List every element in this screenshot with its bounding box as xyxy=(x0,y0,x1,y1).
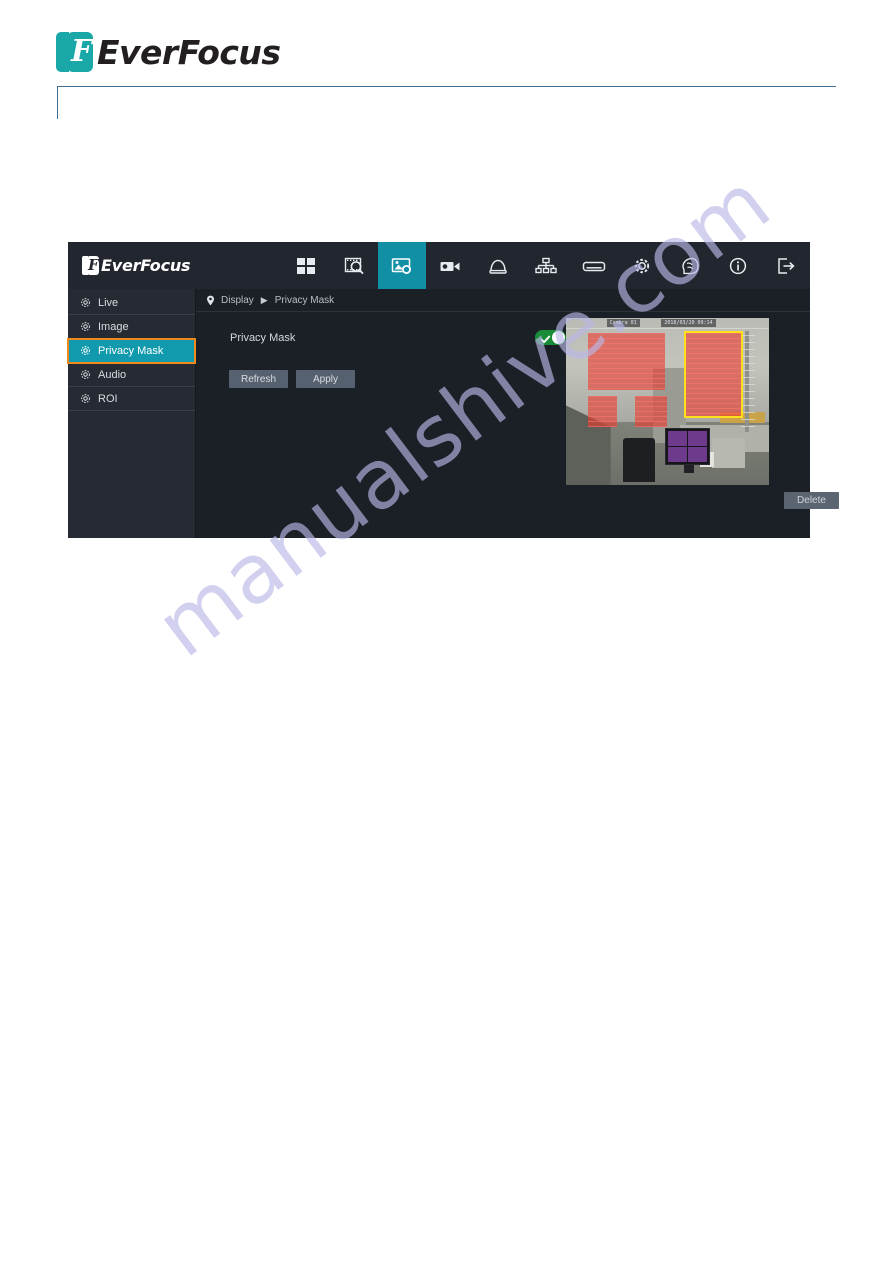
sidebar-item-privacy-mask[interactable]: Privacy Mask xyxy=(67,338,196,364)
sidebar-item-image[interactable]: Image xyxy=(68,315,195,339)
nav-item-storage[interactable] xyxy=(570,242,618,289)
sidebar-item-label: Live xyxy=(98,296,119,309)
navigation-icon-group xyxy=(282,242,810,289)
nav-item-system[interactable] xyxy=(618,242,666,289)
toggle-knob xyxy=(552,331,565,344)
ai-face-icon xyxy=(679,256,701,276)
gear-icon xyxy=(80,345,91,356)
privacy-mask-label: Privacy Mask xyxy=(230,332,296,344)
privacy-mask-region[interactable] xyxy=(635,396,668,427)
video-preview[interactable]: Camera 01 2018/03/20 09:14 xyxy=(566,318,769,485)
privacy-mask-region[interactable] xyxy=(588,333,666,390)
sidebar-item-label: Image xyxy=(98,320,129,333)
location-pin-icon xyxy=(206,295,215,306)
device-web-ui: F EverFocus Live Image Privacy Mask Audi… xyxy=(67,242,839,539)
image-settings-icon xyxy=(391,256,413,276)
logout-icon xyxy=(775,256,797,276)
content-area: Display ▶ Privacy Mask Privacy Mask Refr… xyxy=(196,289,839,539)
sidebar-item-label: ROI xyxy=(98,392,118,405)
sidebar-item-label: Privacy Mask xyxy=(98,344,164,357)
ui-logo: F EverFocus xyxy=(82,242,191,289)
gear-icon xyxy=(80,297,91,308)
nav-item-live-view[interactable] xyxy=(282,242,330,289)
osd-camera-name: Camera 01 xyxy=(606,319,640,327)
header-divider-tick xyxy=(57,86,58,119)
apply-button[interactable]: Apply xyxy=(296,370,355,388)
everfocus-logo-icon-small: F xyxy=(82,256,99,275)
nav-item-playback[interactable] xyxy=(330,242,378,289)
chevron-right-icon: ▶ xyxy=(260,294,268,305)
monitor-screen xyxy=(665,428,711,465)
nav-item-video[interactable] xyxy=(426,242,474,289)
alarm-bell-icon xyxy=(487,256,509,276)
nav-item-network[interactable] xyxy=(522,242,570,289)
document-logo: F EverFocus xyxy=(56,30,281,74)
everfocus-logo-icon: F xyxy=(56,32,93,72)
check-icon xyxy=(540,332,551,344)
nav-item-event[interactable] xyxy=(474,242,522,289)
osd-timestamp: 2018/03/20 09:14 xyxy=(661,319,716,327)
delete-button[interactable]: Delete xyxy=(784,492,839,509)
header-divider xyxy=(57,86,836,87)
network-tree-icon xyxy=(535,256,557,276)
privacy-mask-region-selected[interactable] xyxy=(683,331,743,419)
sidebar-item-live[interactable]: Live xyxy=(68,291,195,315)
gear-icon xyxy=(80,321,91,332)
sidebar: Live Image Privacy Mask Audio ROI xyxy=(67,289,196,538)
top-navigation-bar: F EverFocus xyxy=(68,242,810,289)
privacy-mask-toggle[interactable] xyxy=(535,330,566,345)
ui-brand-name: EverFocus xyxy=(101,256,191,275)
nav-item-logout[interactable] xyxy=(762,242,810,289)
ui-logo-letter: F xyxy=(88,256,99,274)
breadcrumb-root[interactable]: Display xyxy=(221,295,254,306)
playback-search-icon xyxy=(344,256,365,276)
gear-icon xyxy=(631,256,653,276)
device-body: Live Image Privacy Mask Audio ROI Displa… xyxy=(67,289,839,539)
info-circle-icon xyxy=(727,256,749,276)
sidebar-item-audio[interactable]: Audio xyxy=(68,363,195,387)
breadcrumb-current: Privacy Mask xyxy=(274,294,335,306)
privacy-mask-region[interactable] xyxy=(588,396,617,427)
nav-item-information[interactable] xyxy=(714,242,762,289)
breadcrumb: Display ▶ Privacy Mask xyxy=(196,289,810,312)
video-camera-icon xyxy=(439,256,461,276)
storage-disk-icon xyxy=(582,256,606,276)
gear-icon xyxy=(80,369,91,380)
sidebar-item-roi[interactable]: ROI xyxy=(68,387,195,411)
gear-icon xyxy=(80,393,91,404)
nav-item-ai[interactable] xyxy=(666,242,714,289)
logo-letter: F xyxy=(71,34,93,69)
layout-grid-icon xyxy=(296,256,316,276)
nav-item-display[interactable] xyxy=(378,242,426,289)
privacy-mask-panel: Privacy Mask Refresh Apply Camera 01 201… xyxy=(196,312,839,539)
sidebar-item-label: Audio xyxy=(98,368,127,381)
document-brand-name: EverFocus xyxy=(97,32,281,72)
refresh-button[interactable]: Refresh xyxy=(229,370,288,388)
